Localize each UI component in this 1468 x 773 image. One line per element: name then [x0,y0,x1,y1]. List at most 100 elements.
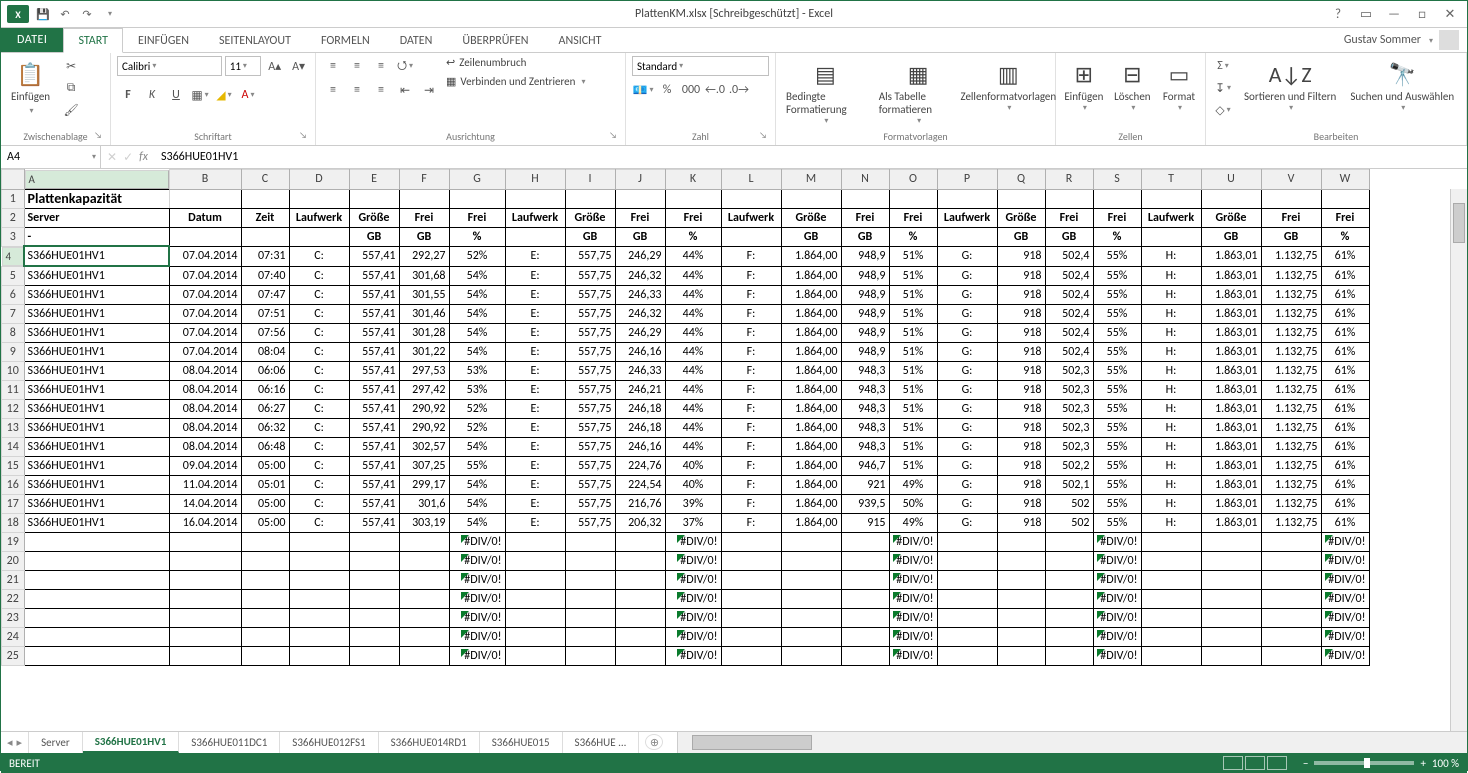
cell[interactable] [505,646,565,665]
cell[interactable]: 557,75 [565,304,615,323]
cell[interactable]: #DIV/0! [1321,646,1369,665]
cell[interactable] [1261,608,1321,627]
cell[interactable]: 502 [1045,494,1093,513]
cell[interactable]: GB [1201,227,1261,246]
cell[interactable]: 1.132,75 [1261,399,1321,418]
cell[interactable]: 1.864,00 [781,475,841,494]
cell[interactable]: 301,68 [399,266,449,285]
row-header[interactable]: 25 [2,646,25,665]
cell[interactable]: H: [1141,323,1201,342]
cell[interactable] [1141,608,1201,627]
cell[interactable]: #DIV/0! [889,627,937,646]
cell[interactable]: 224,54 [615,475,665,494]
align-left-icon[interactable]: ≡ [322,80,344,100]
autosum-icon[interactable]: Σ [1212,56,1234,76]
cell[interactable] [241,189,289,208]
cell[interactable] [615,551,665,570]
cell[interactable]: 1.132,75 [1261,266,1321,285]
column-header[interactable]: A [25,170,169,189]
cell[interactable] [997,608,1045,627]
cell[interactable]: F: [721,475,781,494]
cell[interactable] [1261,551,1321,570]
cell[interactable]: 61% [1321,304,1369,323]
cell[interactable]: E: [505,418,565,437]
cell[interactable]: 54% [449,437,505,456]
cell[interactable]: H: [1141,513,1201,532]
cell[interactable]: 557,41 [349,437,399,456]
cell[interactable]: #DIV/0! [449,570,505,589]
cell[interactable]: C: [289,285,349,304]
cell[interactable]: Frei [1093,208,1141,227]
cell[interactable]: 07:56 [241,323,289,342]
cell[interactable] [241,608,289,627]
cell[interactable] [449,189,505,208]
cell[interactable]: 948,9 [841,304,889,323]
cell[interactable]: 07:31 [241,246,289,266]
cell[interactable] [781,570,841,589]
cell[interactable]: E: [505,399,565,418]
cell[interactable]: 246,33 [615,285,665,304]
shrink-font-icon[interactable]: A▾ [288,56,309,76]
cell[interactable] [349,608,399,627]
cell[interactable] [169,570,241,589]
row-header[interactable]: 8 [2,323,25,342]
cell[interactable]: 61% [1321,513,1369,532]
cell[interactable]: C: [289,246,349,266]
cell[interactable] [997,627,1045,646]
ribbon-options-icon[interactable]: ▭ [1353,4,1379,24]
cell[interactable]: 51% [889,418,937,437]
file-tab[interactable]: DATEI [1,28,63,52]
cell[interactable] [241,627,289,646]
cell[interactable]: 1.864,00 [781,418,841,437]
cell[interactable]: 1.863,01 [1201,304,1261,323]
cell[interactable]: 07.04.2014 [169,246,241,266]
cell[interactable]: 557,75 [565,418,615,437]
cell[interactable]: 1.863,01 [1201,475,1261,494]
font-size-select[interactable]: 11 [225,56,262,76]
row-header[interactable]: 5 [2,266,25,285]
cell[interactable] [565,551,615,570]
cell[interactable]: 557,41 [349,304,399,323]
cell[interactable]: 502,4 [1045,266,1093,285]
cell[interactable]: H: [1141,456,1201,475]
cell[interactable]: E: [505,342,565,361]
minimize-icon[interactable]: — [1381,4,1407,24]
cell[interactable]: E: [505,304,565,323]
cell[interactable]: 297,53 [399,361,449,380]
cell[interactable]: 1.864,00 [781,399,841,418]
cell[interactable]: #DIV/0! [449,646,505,665]
cell[interactable]: 246,29 [615,323,665,342]
cell[interactable]: 946,7 [841,456,889,475]
cell[interactable]: 51% [889,266,937,285]
cell[interactable]: 290,92 [399,418,449,437]
cell[interactable]: 948,9 [841,342,889,361]
cell[interactable]: G: [937,494,997,513]
cell[interactable]: #DIV/0! [449,608,505,627]
cell[interactable] [349,627,399,646]
align-bottom-icon[interactable]: ≡ [370,56,392,76]
cell[interactable] [841,646,889,665]
cell[interactable]: 948,9 [841,266,889,285]
cell[interactable]: 1.864,00 [781,323,841,342]
cell[interactable]: GB [997,227,1045,246]
cell[interactable] [781,551,841,570]
cell[interactable]: 08.04.2014 [169,380,241,399]
cell[interactable]: Frei [841,208,889,227]
row-header[interactable]: 10 [2,361,25,380]
cell[interactable] [1201,646,1261,665]
number-format-select[interactable]: Standard [632,56,769,76]
cell[interactable]: E: [505,456,565,475]
cell[interactable]: E: [505,285,565,304]
cell[interactable]: 05:01 [241,475,289,494]
column-header[interactable]: B [169,170,241,190]
cell[interactable] [615,589,665,608]
column-header[interactable]: C [241,170,289,190]
cell[interactable] [721,189,781,208]
cell[interactable]: #DIV/0! [1093,570,1141,589]
cell[interactable]: #DIV/0! [1321,551,1369,570]
cell[interactable] [565,189,615,208]
cell[interactable] [349,646,399,665]
cell[interactable] [1045,570,1093,589]
ribbon-tab-start[interactable]: START [63,28,123,53]
cell[interactable]: 14.04.2014 [169,494,241,513]
